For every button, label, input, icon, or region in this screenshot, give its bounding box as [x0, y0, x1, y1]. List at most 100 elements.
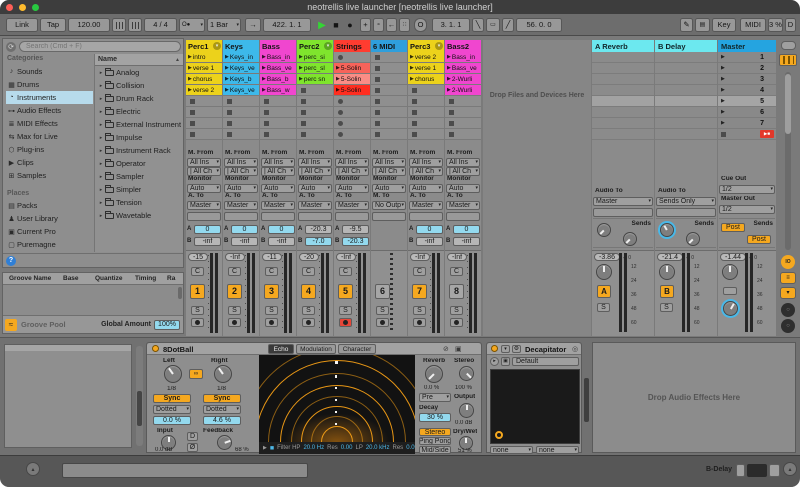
solo-button[interactable]: S: [597, 303, 610, 312]
output-select[interactable]: Master: [409, 201, 443, 210]
scene-2[interactable]: ▶2: [718, 63, 776, 74]
scrollbar-handle[interactable]: [785, 74, 791, 134]
pan-control[interactable]: C: [413, 267, 426, 276]
output-select[interactable]: Master: [298, 201, 332, 210]
right-delay-knob[interactable]: [214, 365, 232, 383]
browser-item-simpler[interactable]: ▸Simpler: [95, 183, 183, 196]
clip-slot[interactable]: [334, 107, 370, 118]
stop-all-clips-button[interactable]: ▶■: [760, 130, 774, 138]
audio-effects-drop-zone[interactable]: Drop Audio Effects Here: [592, 342, 796, 453]
empty-slot-row[interactable]: [655, 107, 717, 118]
clip-slot[interactable]: [260, 118, 296, 129]
clip-slot[interactable]: [186, 129, 222, 140]
offset-right-value[interactable]: 4.6 %: [203, 416, 241, 425]
device-on-led[interactable]: [491, 345, 498, 352]
channel-select[interactable]: | All Ch: [372, 167, 406, 176]
send-b-value[interactable]: -inf: [453, 237, 480, 246]
expand-arrow-icon[interactable]: ▸: [97, 148, 105, 154]
clip-slot[interactable]: ▶verse 2: [408, 52, 444, 63]
send-b-value[interactable]: -inf: [268, 237, 295, 246]
master-header[interactable]: Master: [718, 40, 776, 52]
expand-arrow-icon[interactable]: ▸: [97, 174, 105, 180]
clip-play-icon[interactable]: ▶: [410, 76, 414, 82]
track-activator[interactable]: 7: [412, 284, 427, 299]
clip-slot[interactable]: [260, 129, 296, 140]
clip-play-icon[interactable]: ▶: [447, 54, 451, 60]
output-select[interactable]: Master: [187, 201, 221, 210]
session-drop-zone[interactable]: Drop Files and Devices Here: [483, 40, 591, 336]
clip-slot[interactable]: [260, 96, 296, 107]
clip-play-icon[interactable]: ▶: [410, 54, 414, 60]
solo-button[interactable]: S: [660, 303, 673, 312]
send-a-value[interactable]: -9.5: [342, 225, 369, 234]
volume-value[interactable]: -Inf: [447, 253, 467, 261]
scene-3[interactable]: ▶3: [718, 74, 776, 85]
clip-slot[interactable]: [334, 129, 370, 140]
sidebar-item-instruments[interactable]: ◔Instruments: [6, 91, 93, 104]
empty-slot-row[interactable]: [655, 118, 717, 129]
empty-slot-row[interactable]: [592, 63, 654, 74]
xy-pad-handle[interactable]: [495, 431, 503, 439]
send-b-knob[interactable]: [623, 232, 637, 246]
browser-item-drum-rack[interactable]: ▸Drum Rack: [95, 92, 183, 105]
clip-play-icon[interactable]: ▶: [188, 54, 192, 60]
volume-value[interactable]: -3.86: [594, 253, 620, 261]
clip-slot[interactable]: ▶Keys_in: [223, 52, 259, 63]
clip-slot[interactable]: [371, 63, 407, 74]
channel-select[interactable]: | All Ch: [187, 167, 221, 176]
global-amount-value[interactable]: 100%: [154, 320, 180, 330]
place-item-current-pro[interactable]: ▣Current Pro: [6, 225, 93, 238]
track-activator[interactable]: 1: [190, 284, 205, 299]
empty-slot-row[interactable]: [592, 85, 654, 96]
sidebar-item-clips[interactable]: ▶Clips: [6, 156, 93, 169]
track-activator[interactable]: 3: [264, 284, 279, 299]
pan-knob[interactable]: [596, 264, 612, 280]
output-select[interactable]: Master: [446, 201, 480, 210]
send-a-value[interactable]: 0: [453, 225, 480, 234]
return-activator[interactable]: B: [660, 285, 674, 298]
expand-arrow-icon[interactable]: ▸: [97, 83, 105, 89]
pan-control[interactable]: C: [302, 267, 315, 276]
clip-slot[interactable]: ▶Bass_ve: [445, 63, 481, 74]
help-icon[interactable]: ?: [6, 256, 16, 266]
input-select[interactable]: All Ins: [409, 158, 443, 167]
empty-slot-row[interactable]: [592, 129, 654, 140]
groove-col-quantize[interactable]: Quantize: [95, 275, 135, 282]
browser-item-sampler[interactable]: ▸Sampler: [95, 170, 183, 183]
clip-slot[interactable]: [371, 96, 407, 107]
tempo-field[interactable]: 120.00: [68, 18, 110, 32]
phase-button[interactable]: Ø: [187, 443, 198, 452]
clip-play-icon[interactable]: ▶: [225, 87, 229, 93]
stereo-width-knob[interactable]: [459, 366, 474, 381]
output-knob[interactable]: [459, 403, 474, 418]
scene-play-icon[interactable]: ▶: [721, 98, 725, 104]
sync-left-button[interactable]: Sync: [153, 394, 191, 403]
name-column-header[interactable]: Name ▲: [95, 54, 183, 66]
plugin-window-icon[interactable]: ◎: [572, 345, 578, 353]
clip-slot[interactable]: ▶Bass_in: [445, 52, 481, 63]
clip-slot[interactable]: [408, 118, 444, 129]
stereo-link-icon[interactable]: ∞: [189, 369, 203, 379]
arm-button[interactable]: [376, 318, 389, 327]
monitor-select[interactable]: Auto: [224, 184, 258, 193]
track-header-perc2[interactable]: Perc2▾: [297, 40, 333, 52]
track-activator[interactable]: 5: [338, 284, 353, 299]
monitor-select[interactable]: Auto: [409, 184, 443, 193]
send-b-value[interactable]: -20.3: [342, 237, 369, 246]
groove-col-ra[interactable]: Ra: [167, 275, 183, 282]
info-view-toggle-icon[interactable]: ▴: [26, 462, 40, 476]
scene-5[interactable]: ▶5: [718, 96, 776, 107]
clip-play-icon[interactable]: ▶: [188, 76, 192, 82]
clip-slot[interactable]: [445, 107, 481, 118]
volume-value[interactable]: -Inf: [336, 253, 356, 261]
arrangement-position-field[interactable]: 422. 1. 1: [263, 18, 311, 32]
clip-play-icon[interactable]: ▶: [262, 54, 266, 60]
empty-slot-row[interactable]: [655, 96, 717, 107]
expand-arrow-icon[interactable]: ▸: [97, 187, 105, 193]
expand-arrow-icon[interactable]: ▸: [97, 161, 105, 167]
clip-slot[interactable]: [334, 52, 370, 63]
sidebar-item-drums[interactable]: ▦Drums: [6, 78, 93, 91]
solo-button[interactable]: S: [376, 306, 389, 315]
clip-play-icon[interactable]: ▶: [299, 65, 303, 71]
return-activator[interactable]: A: [597, 285, 611, 298]
